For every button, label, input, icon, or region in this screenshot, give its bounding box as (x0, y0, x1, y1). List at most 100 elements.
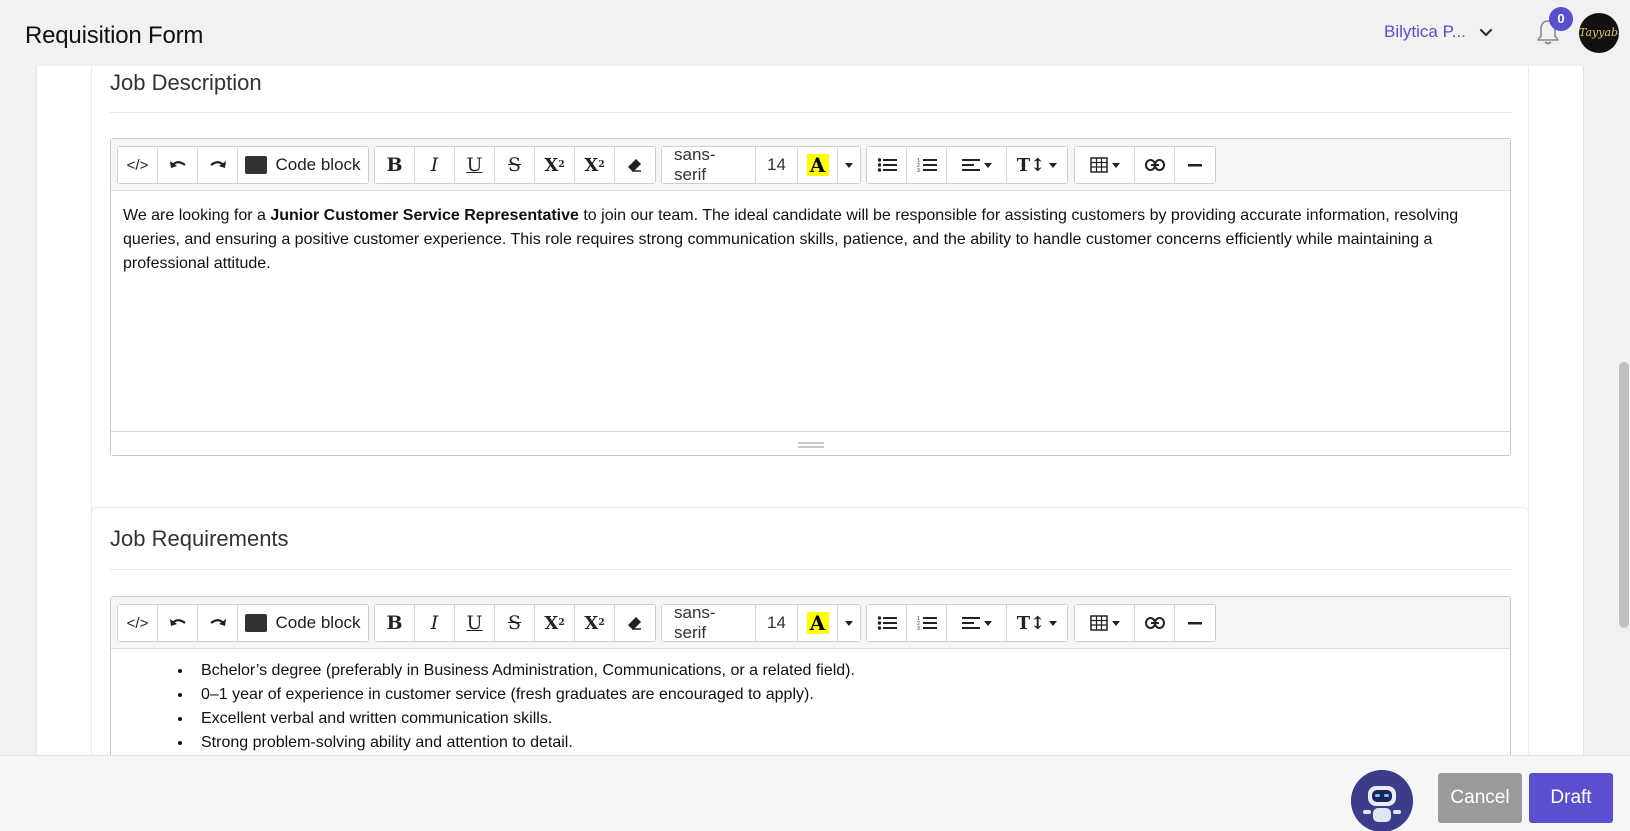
undo-button[interactable] (158, 147, 198, 183)
toolbar-group-font: sans-serif 14 A (661, 603, 861, 642)
cancel-button[interactable]: Cancel (1438, 773, 1522, 823)
horizontal-rule-button[interactable] (1175, 147, 1215, 183)
bold-button[interactable]: B (375, 605, 415, 641)
clear-format-button[interactable] (615, 147, 655, 183)
numbered-list-icon: 123 (917, 616, 937, 631)
strikethrough-button[interactable]: S (495, 147, 535, 183)
editor-toolbar: </> Code block B I U S X2 X2 sans-serif … (111, 139, 1510, 191)
robot-icon (1351, 770, 1413, 831)
subscript-button[interactable]: X2 (575, 147, 615, 183)
align-dropdown[interactable] (947, 605, 1007, 641)
description-job-title: Junior Customer Service Representative (270, 207, 579, 224)
editor-content[interactable]: We are looking for a Junior Customer Ser… (111, 191, 1510, 289)
font-size-select[interactable]: 14 (756, 605, 798, 641)
redo-button[interactable] (198, 605, 238, 641)
caret-down-icon (1111, 162, 1120, 168)
avatar[interactable]: Tayyaba (1579, 13, 1619, 53)
list-item: Strong problem-solving ability and atten… (193, 731, 1498, 755)
resize-grip-icon (798, 442, 824, 448)
caret-down-icon (983, 620, 992, 626)
toolbar-group-history: </> Code block (117, 604, 369, 642)
italic-button[interactable]: I (415, 605, 455, 641)
unordered-list-button[interactable] (867, 605, 907, 641)
align-left-icon (961, 159, 980, 171)
link-icon (1144, 159, 1165, 171)
link-button[interactable] (1135, 605, 1175, 641)
font-size-select[interactable]: 14 (756, 147, 798, 183)
redo-button[interactable] (198, 147, 238, 183)
organization-selector[interactable]: Bilytica P... (1384, 22, 1494, 42)
unordered-list-button[interactable] (867, 147, 907, 183)
align-left-icon (961, 617, 980, 629)
list-item: Bchelor’s degree (preferably in Business… (193, 659, 1498, 683)
numbered-list-icon: 123 (917, 158, 937, 173)
highlight-color-dropdown[interactable] (838, 147, 860, 183)
list-item: Excellent verbal and written communicati… (193, 707, 1498, 731)
bold-button[interactable]: B (375, 147, 415, 183)
job-description-title: Job Description (110, 70, 262, 95)
bullet-list-icon (877, 616, 897, 630)
superscript-button[interactable]: X2 (535, 605, 575, 641)
toolbar-group-history: </> Code block (117, 146, 369, 184)
undo-icon (169, 161, 186, 168)
caret-down-icon (1111, 620, 1120, 626)
align-dropdown[interactable] (947, 147, 1007, 183)
caret-down-icon (845, 162, 853, 168)
main-panel: Job Description </> Code block B I U S X… (36, 56, 1584, 816)
ordered-list-button[interactable]: 123 (907, 147, 947, 183)
underline-button[interactable]: U (455, 605, 495, 641)
table-icon (1089, 157, 1108, 173)
highlight-color-button[interactable]: A (798, 605, 838, 641)
editor-content[interactable]: Bchelor’s degree (preferably in Business… (111, 649, 1510, 768)
bullet-list-icon (877, 158, 897, 172)
horizontal-rule-icon (1188, 164, 1202, 167)
toolbar-group-insert (1074, 146, 1216, 184)
organization-name: Bilytica P... (1384, 22, 1466, 41)
underline-button[interactable]: U (455, 147, 495, 183)
toolbar-group-style: B I U S X2 X2 (374, 604, 656, 642)
undo-button[interactable] (158, 605, 198, 641)
italic-button[interactable]: I (415, 147, 455, 183)
code-block-label: Code block (275, 613, 361, 632)
table-dropdown[interactable] (1075, 605, 1135, 641)
divider (110, 569, 1511, 570)
undo-icon (169, 619, 186, 626)
caret-down-icon (983, 162, 992, 168)
highlight-color-dropdown[interactable] (838, 605, 860, 641)
link-button[interactable] (1135, 147, 1175, 183)
editor-toolbar: </> Code block B I U S X2 X2 sans-serif … (111, 597, 1510, 649)
editor-resize-handle[interactable] (111, 431, 1510, 455)
code-view-button[interactable]: </> (118, 605, 158, 641)
list-item: 0–1 year of experience in customer servi… (193, 683, 1498, 707)
description-text-start: We are looking for a (123, 207, 271, 224)
notification-badge: 0 (1549, 7, 1573, 31)
highlight-icon: A (806, 154, 829, 176)
code-block-label: Code block (275, 155, 361, 174)
table-dropdown[interactable] (1075, 147, 1135, 183)
code-block-button[interactable]: Code block (238, 605, 368, 641)
code-view-button[interactable]: </> (118, 147, 158, 183)
superscript-button[interactable]: X2 (535, 147, 575, 183)
scrollbar-thumb[interactable] (1619, 362, 1629, 628)
line-height-dropdown[interactable]: T↕ (1007, 147, 1067, 183)
job-description-editor[interactable]: </> Code block B I U S X2 X2 sans-serif … (110, 138, 1511, 456)
ordered-list-button[interactable]: 123 (907, 605, 947, 641)
job-requirements-title: Job Requirements (110, 526, 289, 551)
redo-icon (209, 161, 226, 168)
highlight-color-button[interactable]: A (798, 147, 838, 183)
font-family-select[interactable]: sans-serif (662, 145, 756, 184)
subscript-button[interactable]: X2 (575, 605, 615, 641)
code-block-icon (245, 614, 268, 632)
table-icon (1089, 615, 1108, 631)
assistant-bot-icon[interactable] (1351, 770, 1413, 831)
draft-button[interactable]: Draft (1529, 773, 1613, 823)
horizontal-rule-button[interactable] (1175, 605, 1215, 641)
clear-format-button[interactable] (615, 605, 655, 641)
svg-text:3: 3 (917, 626, 920, 631)
font-family-select[interactable]: sans-serif (662, 603, 756, 642)
toolbar-group-insert (1074, 604, 1216, 642)
eraser-icon (628, 159, 641, 172)
code-block-button[interactable]: Code block (238, 147, 368, 183)
strikethrough-button[interactable]: S (495, 605, 535, 641)
line-height-dropdown[interactable]: T↕ (1007, 605, 1067, 641)
